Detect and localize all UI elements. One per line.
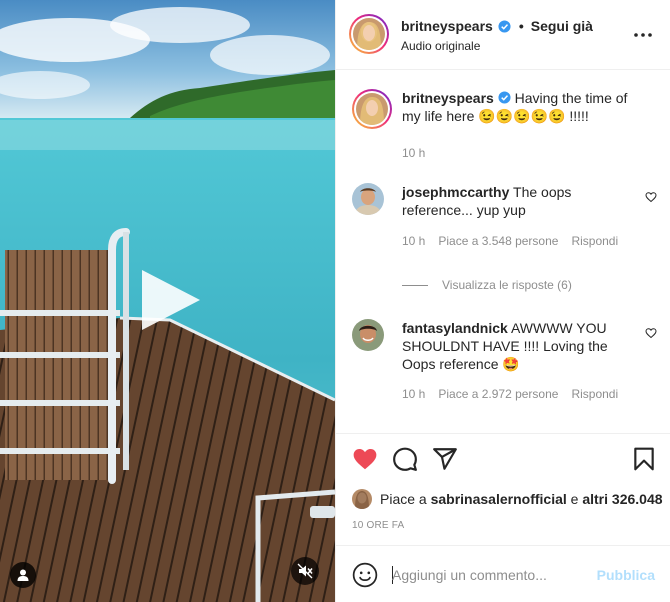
caption: britneyspears Having the time of my life… — [352, 89, 657, 169]
likes-summary: Piace a sabrinasalernofficial e altri 32… — [352, 489, 663, 509]
caption-username[interactable]: britneyspears — [402, 90, 494, 106]
comment-text: fantasylandnick AWWWW YOU SHOULDNT HAVE … — [402, 319, 642, 373]
comment-likes[interactable]: Piace a 3.548 persone — [438, 234, 558, 248]
verified-badge-icon — [498, 19, 511, 33]
mute-button[interactable] — [291, 557, 319, 585]
author-username[interactable]: britneyspears — [401, 18, 493, 34]
post-video[interactable] — [0, 0, 335, 602]
liker-photo — [352, 489, 372, 509]
comment-item: josephmccarthy The oops reference... yup… — [352, 183, 657, 253]
caption-emojis: 😉😉😉😉😉 — [478, 108, 566, 124]
ellipsis-icon — [634, 33, 652, 37]
caption-trailing: !!!!! — [569, 108, 589, 124]
view-replies-line — [402, 284, 428, 286]
comment-likes[interactable]: Piace a 2.972 persone — [438, 387, 558, 401]
play-icon — [142, 270, 200, 330]
smiley-icon[interactable] — [352, 562, 378, 588]
author-avatar[interactable] — [349, 14, 389, 54]
view-replies-label: Visualizza le risposte (6) — [442, 278, 572, 292]
comment-username[interactable]: josephmccarthy — [402, 184, 509, 200]
comment-meta: 10 h Piace a 3.548 persone Rispondi — [402, 234, 618, 248]
comment-text: josephmccarthy The oops reference... yup… — [402, 183, 642, 219]
tagged-users-button[interactable] — [10, 562, 36, 588]
commenter-avatar[interactable] — [352, 183, 384, 215]
caption-meta: 10 h — [402, 146, 425, 160]
comment-time[interactable]: 10 h — [402, 234, 425, 248]
reply-button[interactable]: Rispondi — [571, 234, 618, 248]
add-comment-bar: Pubblica — [336, 545, 670, 602]
likes-others[interactable]: altri 326.048 — [582, 491, 662, 507]
reply-button[interactable]: Rispondi — [571, 387, 618, 401]
following-button[interactable]: Segui già — [531, 18, 593, 34]
comment-meta: 10 h Piace a 2.972 persone Rispondi — [402, 387, 618, 401]
caption-author-avatar[interactable] — [352, 89, 392, 129]
publish-button[interactable]: Pubblica — [597, 567, 655, 583]
person-icon — [17, 569, 29, 581]
comment-username[interactable]: fantasylandnick — [402, 320, 508, 336]
comment-input[interactable] — [392, 563, 592, 587]
like-comment-heart-icon[interactable] — [645, 327, 657, 339]
post-header: britneyspears • Segui già Audio original… — [336, 0, 670, 70]
post-details-panel: britneyspears • Segui già Audio original… — [335, 0, 670, 602]
caption-time[interactable]: 10 h — [402, 146, 425, 160]
caption-text: britneyspears Having the time of my life… — [402, 89, 642, 125]
comment-item: fantasylandnick AWWWW YOU SHOULDNT HAVE … — [352, 319, 657, 409]
bookmark-icon[interactable] — [631, 446, 657, 472]
post-timestamp[interactable]: 10 ORE FA — [352, 520, 404, 531]
paper-plane-icon[interactable] — [432, 446, 458, 472]
liker-username[interactable]: sabrinasalernofficial — [431, 491, 567, 507]
speaker-muted-icon — [297, 563, 313, 579]
comment-bubble-icon[interactable] — [392, 446, 418, 472]
like-comment-heart-icon[interactable] — [645, 191, 657, 203]
liker-avatar[interactable] — [352, 489, 372, 509]
comment-time[interactable]: 10 h — [402, 387, 425, 401]
commenter-photo — [352, 183, 384, 215]
comments-list[interactable]: britneyspears Having the time of my life… — [336, 71, 670, 433]
likes-middle: e — [570, 491, 579, 507]
header-separator: • — [518, 18, 524, 34]
author-photo — [356, 93, 388, 125]
play-button[interactable] — [136, 266, 204, 334]
author-photo — [353, 18, 385, 50]
audio-link[interactable]: Audio originale — [401, 39, 480, 53]
view-replies-button[interactable]: Visualizza le risposte (6) — [402, 278, 572, 292]
heart-filled-icon[interactable] — [352, 446, 378, 472]
commenter-avatar[interactable] — [352, 319, 384, 351]
verified-badge-icon — [498, 91, 511, 104]
likes-prefix: Piace a — [380, 491, 427, 507]
more-options-button[interactable] — [631, 25, 655, 45]
post-actions: Piace a sabrinasalernofficial e altri 32… — [336, 433, 670, 545]
commenter-photo — [352, 319, 384, 351]
